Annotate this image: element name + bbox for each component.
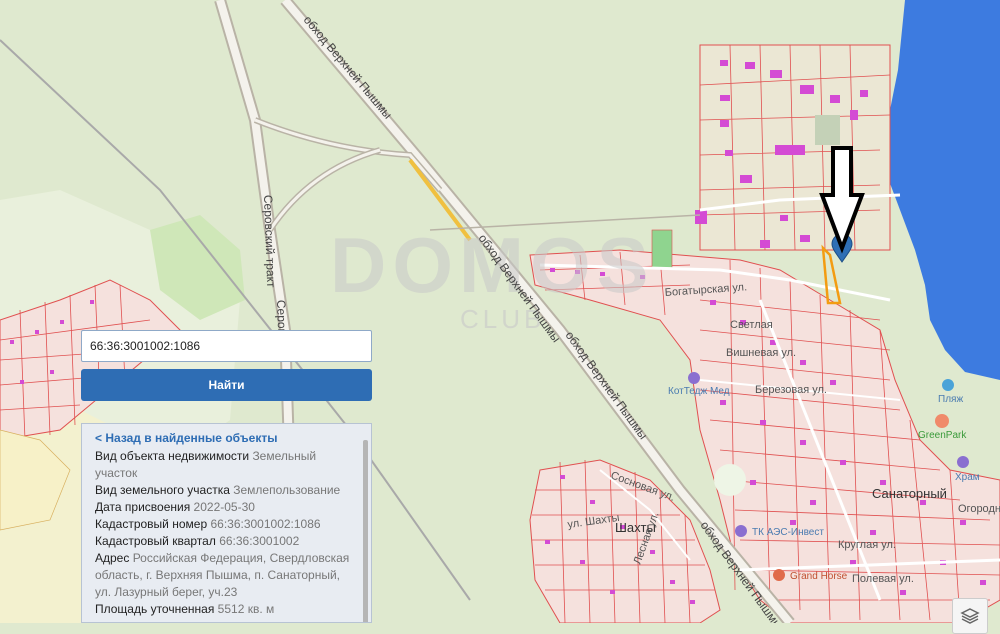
place-label-shakhty: Шахты	[615, 520, 656, 535]
info-row-cadastral-quarter: Кадастровый квартал 66:36:3001002	[95, 534, 300, 548]
svg-text:Grand Horse: Grand Horse	[790, 571, 848, 582]
street-label: Огородн.	[958, 503, 1000, 515]
object-info-panel: < Назад в найденные объекты Вид объекта …	[81, 423, 372, 623]
info-row-area: Площадь уточненная 5512 кв. м	[95, 602, 275, 616]
svg-text:КотТедж Мед: КотТедж Мед	[668, 386, 730, 397]
street-label: Светлая	[730, 319, 773, 331]
info-row-address: Адрес Российская Федерация, Свердловская…	[95, 551, 350, 599]
find-button[interactable]: Найти	[81, 369, 372, 401]
svg-text:GreenPark: GreenPark	[918, 430, 967, 441]
cadastral-search-input[interactable]	[81, 330, 372, 362]
info-row-object-type: Вид объекта недвижимости Земельный участ…	[95, 449, 317, 480]
info-row-cadastral-number: Кадастровый номер 66:36:3001002:1086	[95, 517, 321, 531]
street-label: Вишневая ул.	[726, 347, 796, 359]
street-label: Круглая ул.	[838, 539, 896, 551]
watermark: DOMOS	[330, 221, 655, 309]
layers-button[interactable]	[952, 598, 988, 634]
info-row-date: Дата присвоения 2022-05-30	[95, 500, 255, 514]
back-to-results-link[interactable]: < Назад в найденные объекты	[95, 430, 353, 447]
street-label: Березовая ул.	[755, 384, 827, 396]
svg-text:ТК АЭС-Инвест: ТК АЭС-Инвест	[752, 527, 824, 538]
place-label-sanatorny: Санаторный	[872, 486, 947, 501]
green-parcel	[651, 229, 673, 269]
layers-icon	[960, 608, 980, 624]
svg-text:Пляж: Пляж	[938, 394, 963, 405]
svg-text:Храм: Храм	[955, 472, 980, 483]
panel-scrollbar[interactable]	[363, 440, 368, 622]
street-label: Полевая ул.	[852, 573, 914, 585]
info-row-land-type: Вид земельного участка Землепользование	[95, 483, 341, 497]
